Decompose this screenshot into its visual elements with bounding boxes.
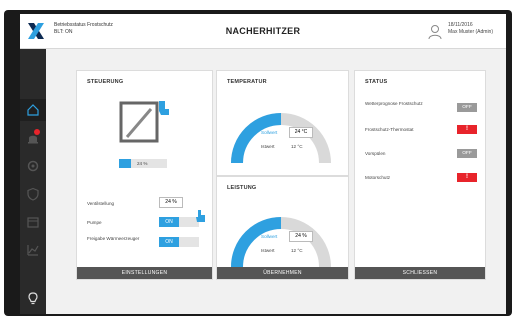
status-motorschutz[interactable]: ! (457, 173, 477, 182)
leistung-title: LEISTUNG (227, 185, 257, 191)
status-label-motorschutz: Motorschutz (365, 175, 391, 180)
status-title: STATUS (365, 79, 388, 85)
valve-level-fill (119, 159, 131, 168)
uebernehmen-button[interactable]: ÜBERNEHMEN (217, 267, 348, 279)
leistung-gauge (231, 217, 331, 268)
temp-ist-value: 12 °C (291, 144, 303, 149)
lightbulb-icon (28, 292, 38, 305)
ventil-label: Ventilstellung (87, 201, 115, 206)
freigabe-toggle[interactable]: ON (159, 237, 179, 247)
top-bar: Betriebsstatus Frostschutz BLT: ON NACHE… (20, 14, 506, 49)
leist-soll-value[interactable]: 24 % (289, 231, 313, 242)
valve-icon (119, 101, 169, 143)
current-date: 18/11/2016 (448, 22, 473, 28)
chart-icon (27, 245, 39, 256)
house-icon (27, 104, 39, 116)
temp-soll-label: Sollwert (261, 130, 278, 135)
gear-icon (27, 160, 39, 172)
status-label-wetterprognose: Wetterprognose Frostschutz (365, 101, 423, 106)
sidebar-item-security[interactable] (20, 183, 46, 205)
status-label-vorspuelen: Vorspülen (365, 151, 386, 156)
sidebar-item-alarms[interactable] (20, 127, 46, 149)
screen: Betriebsstatus Frostschutz BLT: ON NACHE… (20, 14, 506, 314)
temperatur-panel: TEMPERATUR Sollwert 24 °C Istwert 12 °C (216, 70, 349, 176)
status-frostschutz[interactable]: ! (457, 125, 477, 134)
sidebar-item-settings[interactable] (20, 155, 46, 177)
leistung-panel: LEISTUNG Sollwert 24 % Istwert 12 °C ÜBE… (216, 176, 349, 280)
hand-cursor-icon (196, 210, 205, 222)
valve-level-value: 24 % (137, 161, 148, 166)
shield-icon (27, 187, 39, 201)
leist-soll-label: Sollwert (261, 234, 278, 239)
user-info: 18/11/2016 Max Muster (Admin) (448, 22, 493, 36)
sidebar-item-trends[interactable] (20, 239, 46, 261)
status-vorspuelen[interactable]: OFF (457, 149, 477, 158)
hand-cursor-icon (159, 101, 169, 115)
einstellungen-button[interactable]: EINSTELLUNGEN (77, 267, 212, 279)
sidebar-item-calendar[interactable] (20, 211, 46, 233)
user-icon[interactable] (428, 24, 442, 40)
pumpe-toggle[interactable]: ON (159, 217, 179, 227)
temperatur-gauge (231, 113, 331, 164)
sidebar-item-home[interactable] (20, 99, 46, 121)
sidebar-item-help[interactable] (20, 287, 46, 309)
sidebar (20, 49, 46, 314)
calendar-icon (27, 217, 39, 228)
temp-ist-label: Istwert (261, 144, 275, 149)
leist-ist-label: Istwert (261, 248, 275, 253)
status-panel: STATUS Wetterprognose Frostschutz OFF Fr… (354, 70, 486, 280)
ventil-value[interactable]: 24 % (159, 197, 183, 208)
user-name: Max Muster (Admin) (448, 29, 494, 35)
leist-ist-value: 12 °C (291, 248, 303, 253)
steuerung-title: STEUERUNG (87, 79, 124, 85)
temperatur-title: TEMPERATUR (227, 79, 267, 85)
steuerung-panel: STEUERUNG 24 % Ventilstellung 24 % Pumpe… (76, 70, 213, 280)
alarm-badge (34, 129, 40, 135)
pumpe-label: Pumpe (87, 220, 102, 225)
valve-level-bar: 24 % (119, 159, 167, 168)
status-wetterprognose[interactable]: OFF (457, 103, 477, 112)
schliessen-button[interactable]: SCHLIESSEN (355, 267, 485, 279)
temp-soll-value[interactable]: 24 °C (289, 127, 313, 138)
status-label-frostschutz: Frostschutz-Thermostat (365, 127, 414, 132)
freigabe-label: Freigabe Wärmeerzeuger (87, 236, 140, 241)
